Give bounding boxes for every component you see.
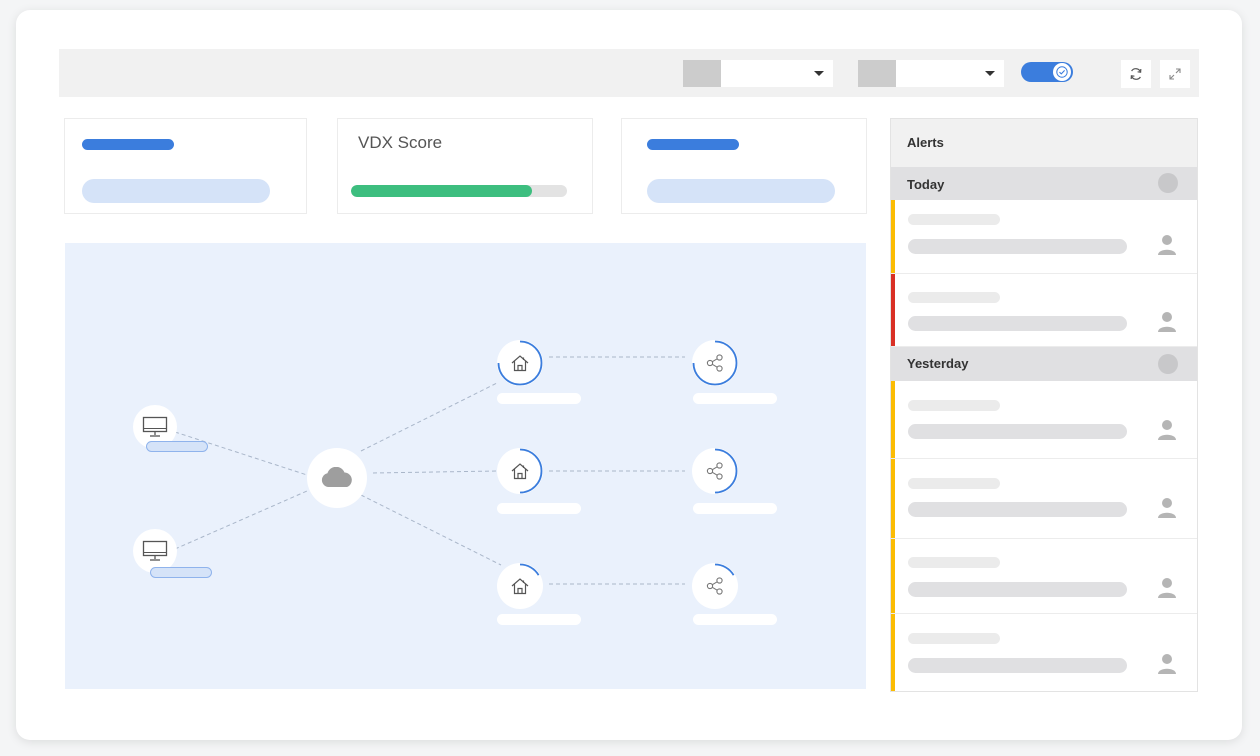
alert-item[interactable] xyxy=(891,200,1197,274)
home-label-placeholder xyxy=(497,503,581,514)
alerts-header: Alerts xyxy=(891,119,1197,167)
vdx-score-bar xyxy=(351,185,567,197)
share-status-ring xyxy=(692,340,738,386)
person-icon xyxy=(1158,235,1176,255)
alert-title-placeholder xyxy=(908,557,1000,568)
alert-item[interactable] xyxy=(891,274,1197,347)
vdx-score-fill xyxy=(351,185,533,197)
filter-select-1[interactable] xyxy=(683,60,833,87)
alert-title-placeholder xyxy=(908,478,1000,489)
filter-dropdown[interactable] xyxy=(896,60,1004,87)
alert-text-placeholder xyxy=(908,239,1127,254)
person-icon xyxy=(1158,578,1176,598)
share-status-ring xyxy=(714,448,738,494)
desktop-icon xyxy=(142,540,168,561)
home-status-ring xyxy=(497,340,543,386)
stat-title-placeholder xyxy=(82,139,174,150)
filter-swatch xyxy=(683,60,721,87)
alert-item[interactable] xyxy=(891,614,1197,691)
home-node[interactable] xyxy=(497,340,543,386)
alert-item[interactable] xyxy=(891,459,1197,539)
share-label-placeholder xyxy=(693,614,777,625)
home-status-ring xyxy=(519,448,543,494)
stat-value-placeholder xyxy=(647,179,835,203)
vdx-score-card: VDX Score xyxy=(337,118,593,214)
group-count-badge xyxy=(1158,354,1178,374)
home-node[interactable] xyxy=(497,563,543,609)
severity-warning-stripe xyxy=(891,539,895,613)
stat-card-1 xyxy=(64,118,307,214)
stat-value-placeholder xyxy=(82,179,270,203)
alert-title-placeholder xyxy=(908,292,1000,303)
alert-text-placeholder xyxy=(908,316,1127,331)
alert-text-placeholder xyxy=(908,658,1127,673)
alert-title-placeholder xyxy=(908,214,1000,225)
stat-title-placeholder xyxy=(647,139,739,150)
refresh-button[interactable] xyxy=(1121,60,1151,88)
network-diagram xyxy=(65,243,866,689)
person-icon xyxy=(1158,420,1176,440)
chevron-down-icon xyxy=(814,71,824,76)
desktop-label-placeholder xyxy=(150,567,212,578)
filter-swatch xyxy=(858,60,896,87)
expand-icon xyxy=(1169,68,1181,80)
home-status-ring xyxy=(519,563,540,576)
toggle-knob xyxy=(1053,63,1071,81)
severity-warning-stripe xyxy=(891,200,895,273)
alert-text-placeholder xyxy=(908,502,1127,517)
share-node[interactable] xyxy=(692,340,738,386)
home-label-placeholder xyxy=(497,614,581,625)
alert-group-title: Yesterday xyxy=(907,356,969,371)
share-label-placeholder xyxy=(693,393,777,404)
person-icon xyxy=(1158,654,1176,674)
chevron-down-icon xyxy=(985,71,995,76)
alert-title-placeholder xyxy=(908,400,1000,411)
alerts-panel: Alerts Today Yesterday xyxy=(890,118,1198,692)
desktop-label-placeholder xyxy=(146,441,208,452)
alert-item[interactable] xyxy=(891,381,1197,459)
alert-item[interactable] xyxy=(891,539,1197,614)
desktop-icon xyxy=(142,416,168,437)
alert-group-today[interactable]: Today xyxy=(891,167,1197,200)
severity-warning-stripe xyxy=(891,459,895,538)
person-icon xyxy=(1158,312,1176,332)
share-node[interactable] xyxy=(692,448,738,494)
share-node[interactable] xyxy=(692,563,738,609)
share-label-placeholder xyxy=(693,503,777,514)
alert-group-yesterday[interactable]: Yesterday xyxy=(891,347,1197,381)
check-icon xyxy=(1056,66,1068,78)
filter-dropdown[interactable] xyxy=(721,60,833,87)
alert-text-placeholder xyxy=(908,582,1127,597)
view-toggle[interactable] xyxy=(1021,62,1073,82)
group-count-badge xyxy=(1158,173,1178,193)
alert-group-title: Today xyxy=(907,177,945,192)
alerts-title: Alerts xyxy=(907,135,944,150)
home-label-placeholder xyxy=(497,393,581,404)
severity-warning-stripe xyxy=(891,614,895,691)
severity-warning-stripe xyxy=(891,381,895,458)
cloud-node[interactable] xyxy=(307,448,367,508)
severity-critical-stripe xyxy=(891,274,895,346)
home-node[interactable] xyxy=(497,448,543,494)
alert-title-placeholder xyxy=(908,633,1000,644)
vdx-score-label: VDX Score xyxy=(358,133,443,152)
alert-text-placeholder xyxy=(908,424,1127,439)
stat-card-3 xyxy=(621,118,867,214)
refresh-icon xyxy=(1130,68,1142,80)
person-icon xyxy=(1158,498,1176,518)
filter-select-2[interactable] xyxy=(858,60,1004,87)
cloud-icon xyxy=(321,467,352,487)
share-status-ring xyxy=(714,563,735,576)
expand-button[interactable] xyxy=(1160,60,1190,88)
